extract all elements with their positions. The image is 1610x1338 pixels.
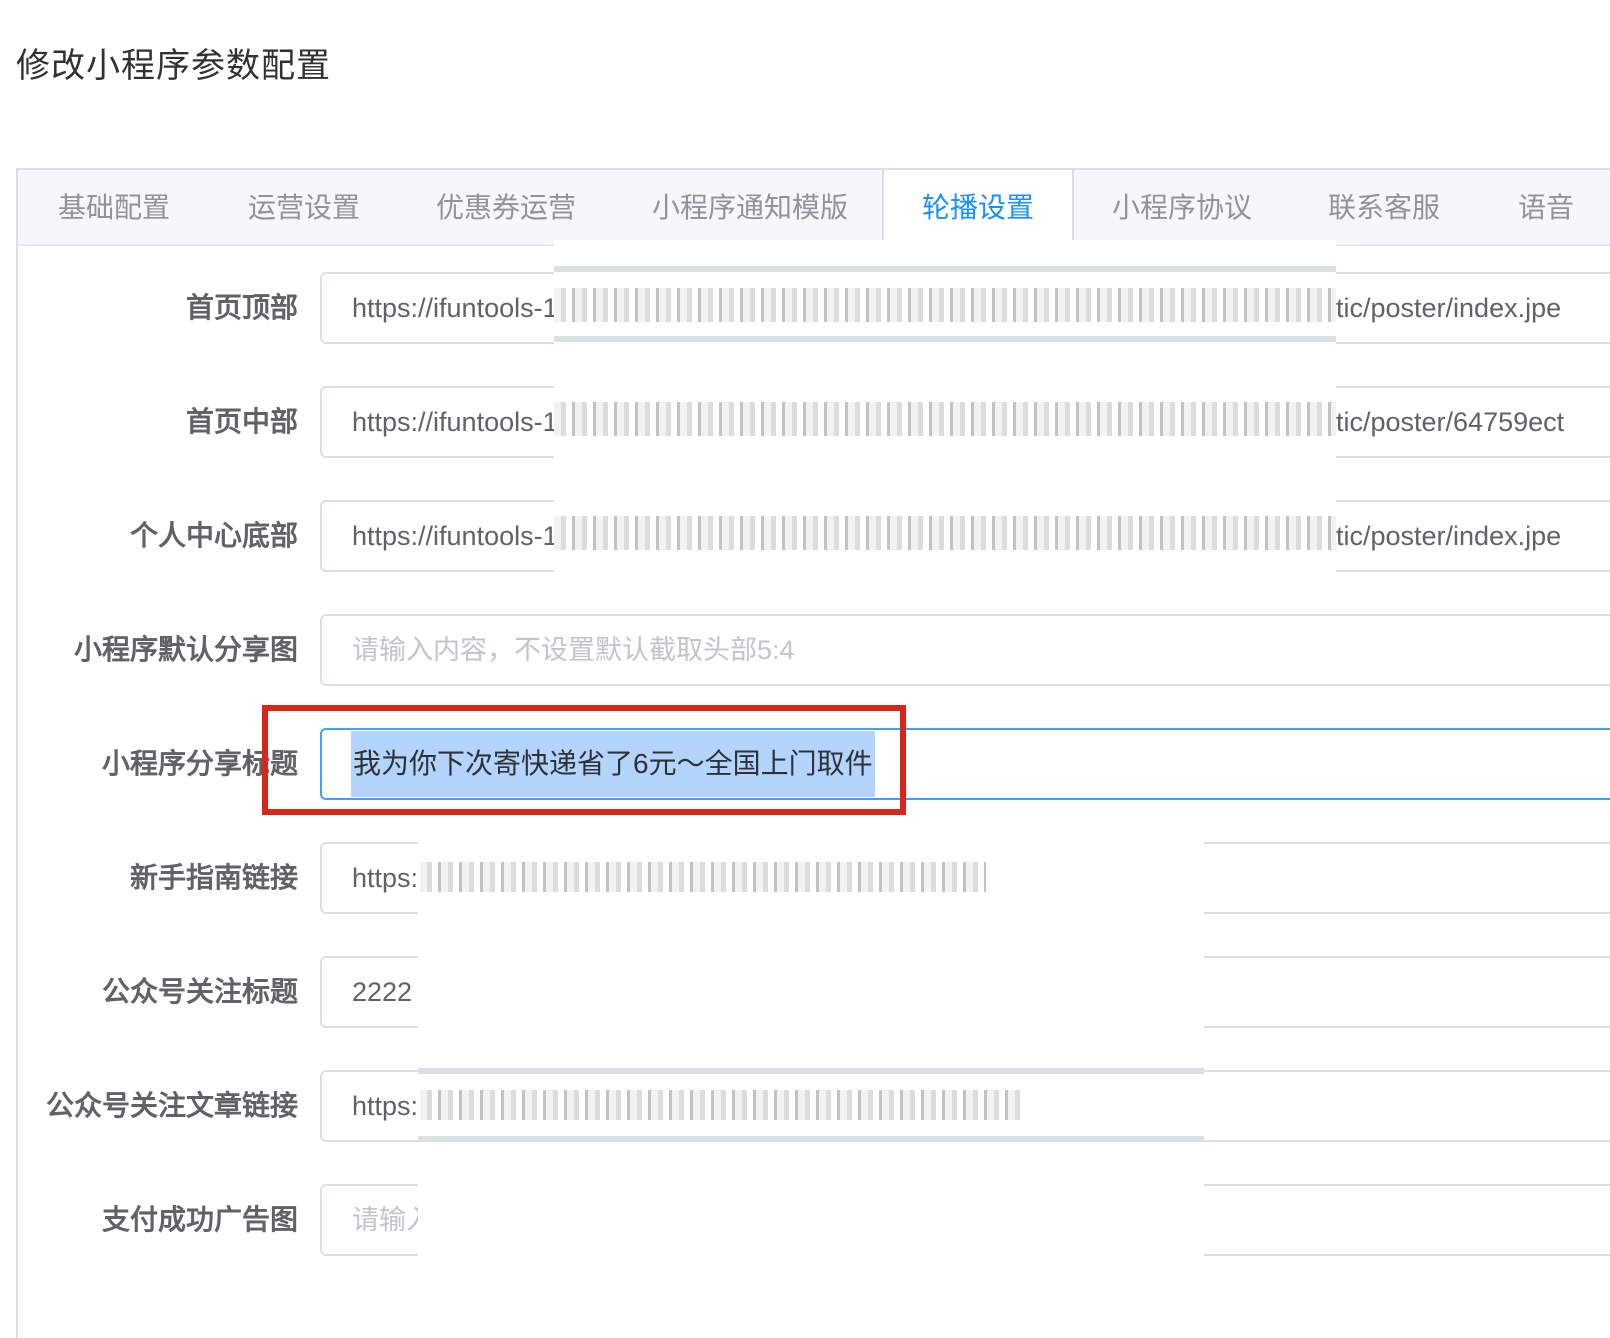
blurred-url bbox=[554, 516, 1336, 550]
tab-carousel-settings[interactable]: 轮播设置 bbox=[882, 170, 1074, 248]
redaction-bar bbox=[418, 1136, 1204, 1142]
redaction-bar bbox=[554, 266, 1336, 272]
tab-operation-settings[interactable]: 运营设置 bbox=[248, 170, 360, 246]
tab-voice[interactable]: 语音 bbox=[1518, 170, 1574, 246]
tab-customer-service[interactable]: 联系客服 bbox=[1328, 170, 1440, 246]
tab-agreement[interactable]: 小程序协议 bbox=[1112, 170, 1252, 246]
selected-share-title-text: 我为你下次寄快递省了6元～全国上门取件 bbox=[351, 731, 875, 797]
redaction-bar bbox=[554, 336, 1336, 342]
field-label: 小程序分享标题 bbox=[101, 748, 298, 779]
tab-bar: 基础配置 运营设置 优惠券运营 小程序通知模版 轮播设置 小程序协议 联系客服 … bbox=[18, 170, 1610, 248]
field-label: 个人中心底部 bbox=[129, 520, 298, 551]
field-label: 支付成功广告图 bbox=[101, 1204, 298, 1235]
redaction-bar bbox=[418, 1068, 1204, 1074]
field-label: 公众号关注文章链接 bbox=[45, 1090, 298, 1121]
blurred-url bbox=[420, 862, 986, 892]
tab-coupon-operation[interactable]: 优惠券运营 bbox=[436, 170, 576, 246]
field-label: 小程序默认分享图 bbox=[73, 634, 298, 665]
redaction-overlay-bottom bbox=[418, 842, 1204, 1312]
field-label: 首页顶部 bbox=[185, 292, 298, 323]
field-label: 公众号关注标题 bbox=[101, 976, 298, 1007]
field-label: 首页中部 bbox=[185, 406, 298, 437]
blurred-url bbox=[554, 402, 1336, 436]
blurred-url bbox=[554, 288, 1336, 322]
field-label: 新手指南链接 bbox=[129, 862, 298, 893]
tab-basic-config[interactable]: 基础配置 bbox=[58, 170, 170, 246]
page-title: 修改小程序参数配置 bbox=[16, 47, 331, 85]
tab-notification-template[interactable]: 小程序通知模版 bbox=[652, 170, 848, 246]
default-share-image-input[interactable] bbox=[320, 614, 1610, 686]
url-tail: tic/poster/64759ect bbox=[1336, 407, 1565, 437]
blurred-url bbox=[420, 1090, 1026, 1120]
url-tail: tic/poster/index.jpe bbox=[1336, 521, 1562, 551]
url-tail: tic/poster/index.jpe bbox=[1336, 293, 1562, 323]
